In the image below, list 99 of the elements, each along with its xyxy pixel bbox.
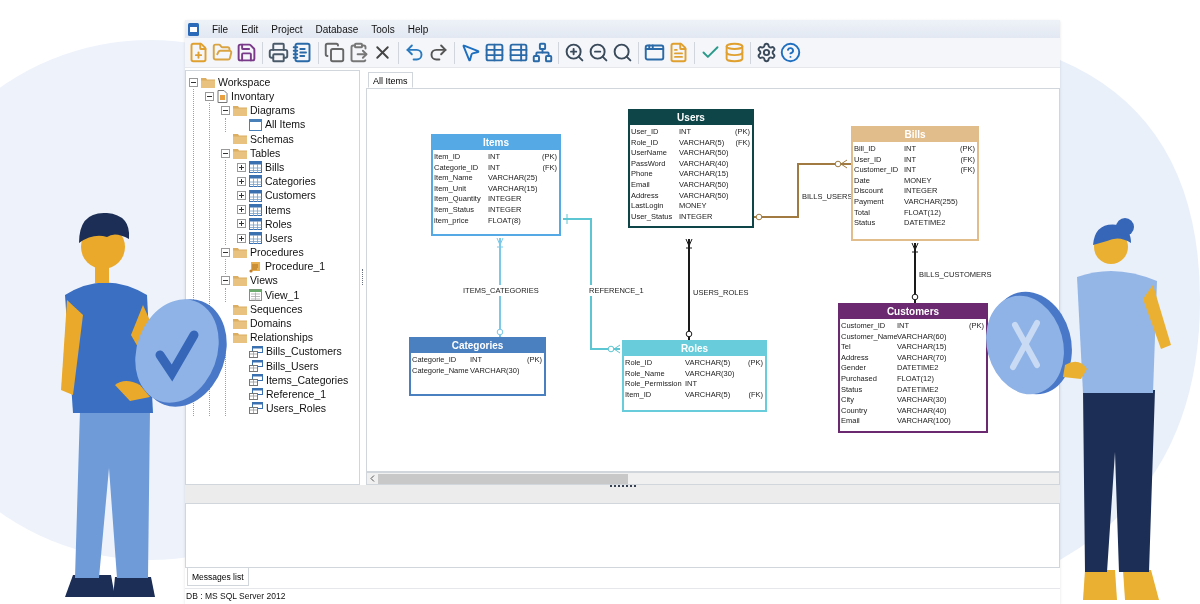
menu-item[interactable]: Database: [315, 21, 359, 37]
collapse-icon[interactable]: [220, 105, 230, 115]
tree-item[interactable]: Categories: [265, 176, 316, 187]
table-icon: [249, 232, 262, 245]
relationship-icon: [249, 359, 263, 372]
folder-icon: [233, 147, 247, 159]
diagram-canvas[interactable]: [366, 88, 1060, 472]
tree-item[interactable]: All Items: [265, 119, 306, 130]
entity-title: Users: [630, 111, 752, 125]
relationship-icon: [249, 345, 263, 358]
tree-item[interactable]: Bills_Users: [266, 360, 319, 372]
save-icon[interactable]: [236, 42, 257, 63]
relationship-line[interactable]: [685, 238, 693, 341]
table-icon[interactable]: [484, 42, 505, 63]
tree-item[interactable]: Invontary: [231, 91, 275, 102]
search-icon[interactable]: [612, 42, 633, 63]
relationship-icon: [249, 388, 263, 401]
expand-icon[interactable]: [236, 191, 246, 201]
menu-item[interactable]: Tools: [371, 21, 395, 37]
entity-table[interactable]: [838, 303, 988, 433]
settings-icon[interactable]: [756, 42, 777, 63]
zoom-out-icon[interactable]: [588, 42, 609, 63]
folder-icon: [233, 317, 247, 329]
paste-icon[interactable]: [348, 42, 369, 63]
horizontal-scrollbar[interactable]: [366, 472, 1060, 485]
tree-item[interactable]: Reference_1: [266, 388, 327, 400]
hierarchy-icon[interactable]: [532, 42, 553, 63]
table-icon: [249, 161, 262, 174]
tree-item[interactable]: Diagrams: [250, 105, 295, 116]
tree-item[interactable]: Items: [265, 204, 291, 216]
relationship-icon: [249, 374, 263, 387]
expand-icon[interactable]: [236, 176, 246, 186]
relationship-line[interactable]: [911, 242, 919, 304]
folder-icon: [233, 104, 247, 116]
tree-item[interactable]: Roles: [265, 218, 292, 230]
tree-item[interactable]: Procedure_1: [265, 261, 326, 272]
diagram-icon: [249, 118, 262, 131]
collapse-icon[interactable]: [220, 148, 230, 158]
menu-item[interactable]: Edit: [241, 21, 259, 37]
relationship-line[interactable]: [752, 159, 852, 221]
menu-item[interactable]: Project: [271, 21, 303, 37]
status-text: DB : MS SQL Server 2012: [186, 590, 286, 603]
tree-item[interactable]: Bills_Customers: [266, 346, 342, 357]
pointer-icon[interactable]: [460, 42, 481, 63]
scroll-icon: [249, 260, 262, 273]
expand-icon[interactable]: [236, 162, 246, 172]
entity-title: Customers: [840, 305, 986, 319]
folder-icon: [233, 133, 247, 145]
tree-item[interactable]: Workspace: [218, 76, 271, 88]
folder-icon: [233, 303, 247, 315]
tree-item[interactable]: View_1: [265, 289, 300, 301]
undo-icon[interactable]: [404, 42, 425, 63]
tree-item[interactable]: Relationships: [250, 332, 314, 343]
folder-icon: [201, 76, 215, 88]
tree-item[interactable]: Procedures: [250, 247, 304, 258]
collapse-icon[interactable]: [188, 77, 198, 87]
entity-title: Roles: [624, 342, 765, 356]
expand-icon[interactable]: [236, 233, 246, 243]
view-icon: [249, 288, 262, 301]
entity-title: Items: [433, 136, 559, 150]
tree-item[interactable]: Items_Categories: [266, 374, 349, 386]
folder-icon: [233, 275, 247, 287]
tree-item[interactable]: Users: [265, 232, 293, 244]
help-icon[interactable]: [780, 42, 801, 63]
scrollbar-thumb[interactable]: [378, 473, 628, 484]
table-icon: [249, 175, 262, 188]
document-icon: [217, 89, 228, 103]
tree-item[interactable]: Users_Roles: [266, 403, 327, 414]
zoom-in-icon[interactable]: [564, 42, 585, 63]
tree-item[interactable]: Bills: [265, 161, 285, 173]
messages-tab[interactable]: Messages list: [187, 568, 249, 586]
menu-item[interactable]: Help: [407, 21, 429, 37]
folder-icon: [233, 331, 247, 343]
relationship-icon: [249, 402, 263, 415]
folder-icon: [233, 246, 247, 258]
entity-title: Bills: [853, 128, 977, 142]
copy-icon[interactable]: [324, 42, 345, 63]
diagram-tab[interactable]: All Items: [368, 72, 413, 88]
printer-icon[interactable]: [268, 42, 289, 63]
tree-item[interactable]: Domains: [250, 318, 292, 329]
menu-item[interactable]: File: [212, 21, 229, 37]
expand-icon[interactable]: [236, 219, 246, 229]
tree-item[interactable]: Tables: [250, 147, 281, 159]
table-icon: [249, 217, 262, 230]
tree-item[interactable]: Views: [250, 275, 278, 286]
tree-item[interactable]: Schemas: [250, 133, 294, 145]
entity-title: Categories: [411, 339, 544, 353]
tree-item[interactable]: Sequences: [250, 303, 303, 315]
collapse-icon[interactable]: [220, 276, 230, 286]
notebook-icon[interactable]: [292, 42, 313, 63]
table-icon: [249, 203, 262, 216]
expand-icon[interactable]: [236, 205, 246, 215]
app-logo-icon: [188, 22, 199, 36]
redo-icon[interactable]: [428, 42, 449, 63]
collapse-icon[interactable]: [204, 91, 214, 101]
collapse-icon[interactable]: [220, 247, 230, 257]
table-icon: [249, 189, 262, 202]
window-icon[interactable]: [644, 42, 665, 63]
tree-item[interactable]: Customers: [265, 190, 316, 201]
